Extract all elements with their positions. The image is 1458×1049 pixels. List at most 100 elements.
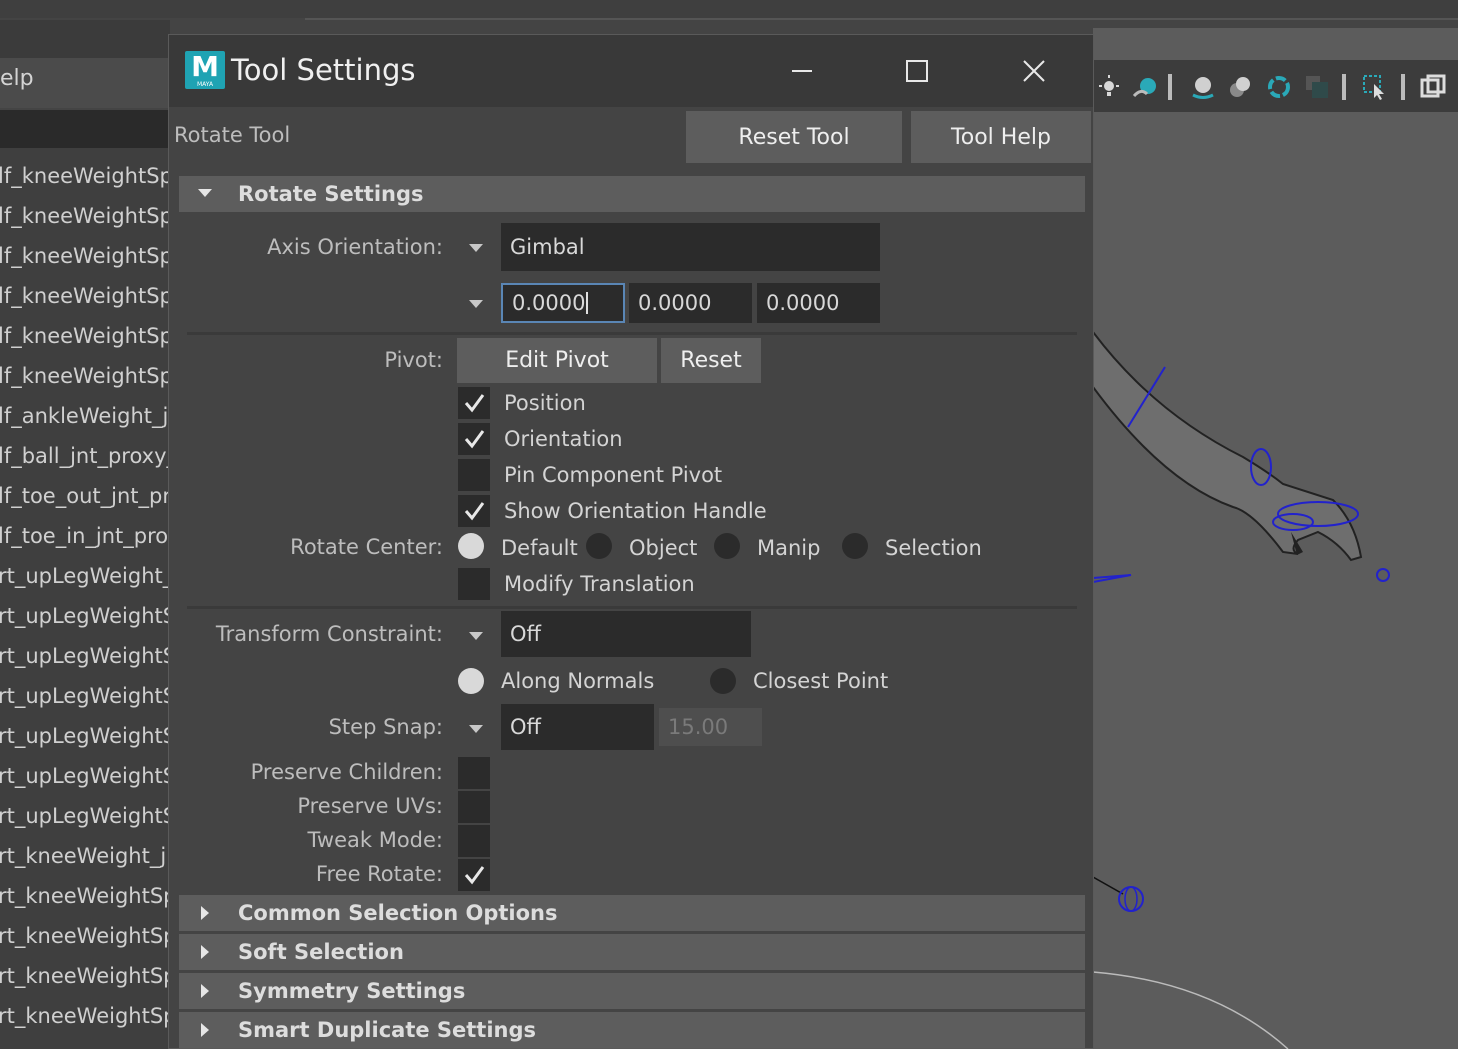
dropdown-arrow-icon[interactable] bbox=[469, 243, 483, 253]
symmetry-settings-header[interactable]: Symmetry Settings bbox=[179, 973, 1085, 1009]
outliner-item[interactable]: rt_kneeWeightSp bbox=[0, 956, 170, 996]
outliner-item[interactable]: rt_kneeWeightSp bbox=[0, 876, 170, 916]
preserve-children-checkbox[interactable] bbox=[458, 757, 490, 789]
title-bar[interactable]: M MAYA Tool Settings bbox=[169, 35, 1093, 107]
outliner-item[interactable]: lf_toe_out_jnt_pro bbox=[0, 476, 170, 516]
rotate-center-default-radio[interactable] bbox=[458, 533, 484, 559]
joint-link bbox=[1093, 876, 1124, 895]
collapsed-arrow-icon bbox=[201, 906, 209, 920]
dropdown-arrow-icon[interactable] bbox=[469, 299, 483, 309]
outliner-item[interactable]: lf_toe_in_jnt_proxy bbox=[0, 516, 170, 556]
reset-tool-button[interactable]: Reset Tool bbox=[686, 111, 902, 163]
free-rotate-checkbox[interactable] bbox=[458, 859, 490, 891]
shadow-icon[interactable] bbox=[1228, 74, 1254, 100]
step-snap-label: Step Snap: bbox=[328, 715, 443, 739]
tool-name: Rotate Tool bbox=[174, 123, 291, 147]
outliner-list[interactable]: lf_kneeWeightSpl lf_kneeWeightSpl lf_kneeW… bbox=[0, 148, 170, 1049]
locator-control[interactable] bbox=[1376, 568, 1390, 582]
outliner-item[interactable]: rt_kneeWeightSp bbox=[0, 996, 170, 1036]
shading-icon[interactable] bbox=[1133, 74, 1159, 100]
curve-control[interactable] bbox=[1093, 574, 1132, 583]
outliner-item[interactable]: rt_upLegWeight_j bbox=[0, 556, 170, 596]
pin-component-pivot-checkbox[interactable] bbox=[458, 459, 490, 491]
rotate-center-default-label: Default bbox=[501, 536, 578, 560]
show-orientation-handle-checkbox[interactable] bbox=[458, 495, 490, 527]
rotate-center-selection-label: Selection bbox=[885, 536, 982, 560]
transform-constraint-dropdown[interactable]: Off bbox=[501, 611, 751, 657]
outliner-item[interactable]: rt_upLegWeightS bbox=[0, 676, 170, 716]
pivot-label: Pivot: bbox=[384, 348, 443, 372]
minimize-button[interactable] bbox=[772, 49, 832, 93]
tool-settings-window: M MAYA Tool Settings Rotate Tool Reset T… bbox=[168, 34, 1094, 1049]
toolbar-separator bbox=[1342, 74, 1346, 100]
step-snap-dropdown[interactable]: Off bbox=[501, 704, 654, 750]
position-checkbox[interactable] bbox=[458, 387, 490, 419]
axis-orientation-dropdown[interactable]: Gimbal bbox=[501, 223, 880, 271]
ground-grid-curve bbox=[1093, 971, 1289, 1049]
outliner-item[interactable]: lf_kneeWeightSpl bbox=[0, 356, 170, 396]
ambient-occlusion-icon[interactable] bbox=[1266, 74, 1292, 100]
expanded-arrow-icon bbox=[198, 189, 212, 197]
tweak-mode-checkbox[interactable] bbox=[458, 825, 490, 857]
maximize-button[interactable] bbox=[887, 49, 947, 93]
outliner-item[interactable]: rt_upLegWeightS bbox=[0, 596, 170, 636]
rotate-center-object-radio[interactable] bbox=[586, 533, 612, 559]
help-menu[interactable]: elp bbox=[0, 66, 34, 91]
modify-translation-checkbox[interactable] bbox=[458, 568, 490, 600]
outliner-search-bar[interactable] bbox=[0, 110, 170, 148]
panel-layout-icon[interactable] bbox=[1420, 74, 1446, 100]
viewport-scene[interactable] bbox=[1093, 112, 1458, 1049]
orientation-label: Orientation bbox=[504, 427, 623, 451]
close-button[interactable] bbox=[1004, 49, 1064, 93]
outliner-item[interactable]: lf_kneeWeightSpl bbox=[0, 236, 170, 276]
outliner-item[interactable]: rt_kneeWeight_jn bbox=[0, 836, 170, 876]
pivot-reset-button[interactable]: Reset bbox=[661, 338, 761, 383]
axis-y-field[interactable]: 0.0000 bbox=[629, 283, 752, 323]
window-title: Tool Settings bbox=[231, 53, 416, 87]
outliner-title-bar bbox=[0, 20, 170, 58]
along-normals-radio[interactable] bbox=[458, 668, 484, 694]
light-icon[interactable] bbox=[1096, 74, 1122, 100]
outliner-item[interactable]: rt_kneeWeightSp bbox=[0, 916, 170, 956]
axis-z-field[interactable]: 0.0000 bbox=[757, 283, 880, 323]
orientation-checkbox[interactable] bbox=[458, 423, 490, 455]
section-label: Rotate Settings bbox=[238, 182, 424, 206]
outliner-item[interactable]: lf_kneeWeightSpl bbox=[0, 276, 170, 316]
tool-help-button[interactable]: Tool Help bbox=[911, 111, 1091, 163]
free-rotate-label: Free Rotate: bbox=[315, 862, 443, 886]
edit-pivot-button[interactable]: Edit Pivot bbox=[457, 338, 657, 383]
outliner-item[interactable]: lf_kneeWeightSpl bbox=[0, 196, 170, 236]
collapsed-arrow-icon bbox=[201, 945, 209, 959]
axis-x-field[interactable]: 0.0000 bbox=[501, 283, 625, 323]
closest-point-radio[interactable] bbox=[710, 668, 736, 694]
dropdown-arrow-icon[interactable] bbox=[469, 724, 483, 734]
rotate-settings-header[interactable]: Rotate Settings bbox=[179, 176, 1085, 212]
outliner-item[interactable]: rt_upLegWeightS bbox=[0, 796, 170, 836]
step-snap-amount-field: 15.00 bbox=[659, 708, 762, 746]
transform-constraint-label: Transform Constraint: bbox=[215, 622, 443, 646]
axis-orientation-label: Axis Orientation: bbox=[267, 235, 443, 259]
knee-control[interactable] bbox=[1118, 886, 1144, 912]
separator bbox=[187, 606, 1077, 609]
select-region-icon[interactable] bbox=[1362, 74, 1388, 100]
soft-selection-header[interactable]: Soft Selection bbox=[179, 934, 1085, 970]
outliner-item[interactable]: rt_upLegWeightS bbox=[0, 716, 170, 756]
main-menu-strip bbox=[0, 0, 1458, 18]
outliner-item[interactable]: lf_kneeWeightSpl bbox=[0, 156, 170, 196]
outliner-item[interactable]: rt_upLegWeightS bbox=[0, 636, 170, 676]
outliner-item[interactable]: lf_ball_jnt_proxy_g bbox=[0, 436, 170, 476]
outliner-item[interactable]: lf_ankleWeight_jn bbox=[0, 396, 170, 436]
outliner-item[interactable]: rt_upLegWeightS bbox=[0, 756, 170, 796]
outliner-item[interactable]: lf_kneeWeightSpl bbox=[0, 316, 170, 356]
position-label: Position bbox=[504, 391, 586, 415]
close-icon bbox=[1023, 60, 1045, 82]
rotate-center-label: Rotate Center: bbox=[290, 535, 443, 559]
common-selection-options-header[interactable]: Common Selection Options bbox=[179, 895, 1085, 931]
dropdown-arrow-icon[interactable] bbox=[469, 631, 483, 641]
smart-duplicate-settings-header[interactable]: Smart Duplicate Settings bbox=[179, 1012, 1085, 1048]
rotate-center-manip-radio[interactable] bbox=[714, 533, 740, 559]
lit-sphere-icon[interactable] bbox=[1190, 74, 1216, 100]
rotate-center-selection-radio[interactable] bbox=[842, 533, 868, 559]
texture-icon[interactable] bbox=[1304, 74, 1330, 100]
preserve-uvs-checkbox[interactable] bbox=[458, 791, 490, 823]
